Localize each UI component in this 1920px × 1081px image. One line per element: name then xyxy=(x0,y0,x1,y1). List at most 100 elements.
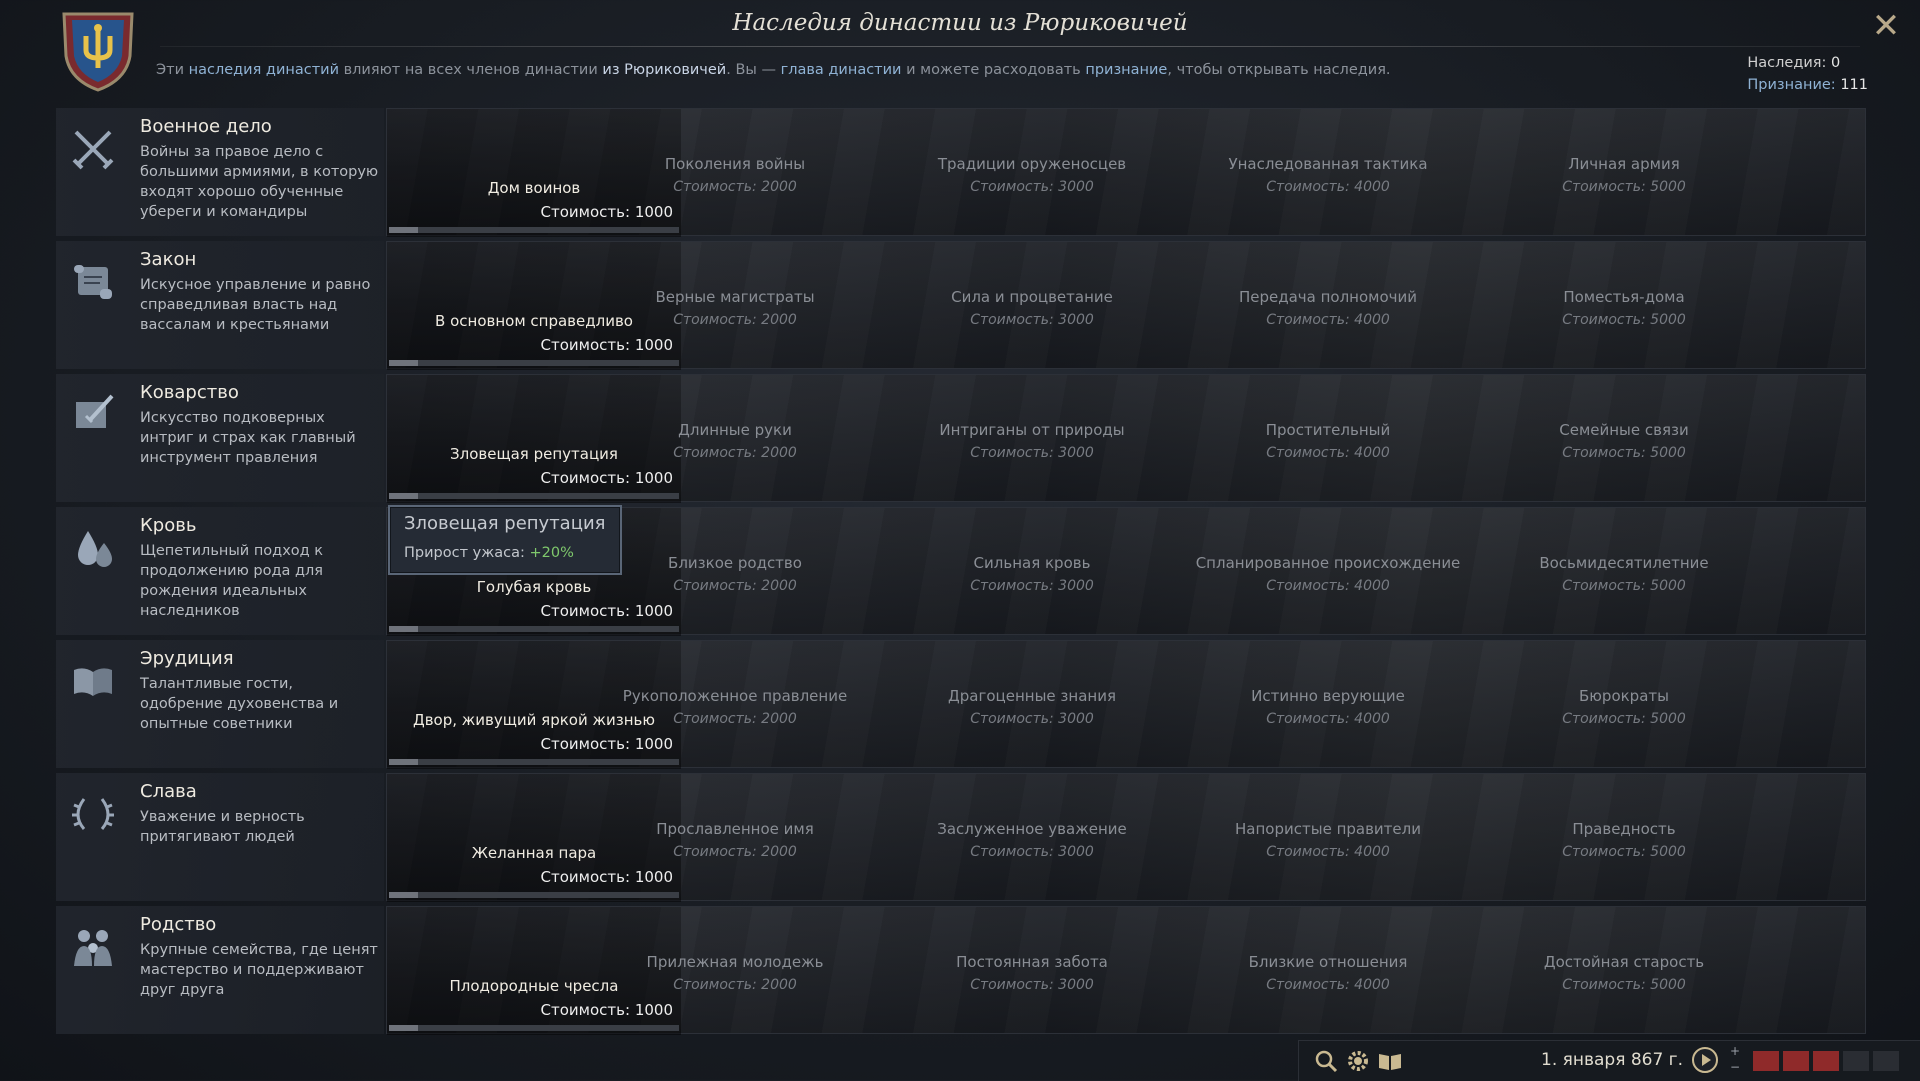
legacy-category[interactable]: Коварство Искусство подковерных интриг и … xyxy=(56,374,384,502)
legacies-count[interactable]: Наследия: 0 xyxy=(1747,52,1868,74)
speed-indicator-5 xyxy=(1873,1051,1899,1071)
perk-cost: Стоимость: 5000 xyxy=(1562,711,1686,727)
legacy-track: Желанная пара Стоимость: 1000 Прославленно… xyxy=(386,773,1866,902)
perk-cost: Стоимость: 1000 xyxy=(540,469,673,487)
perk-cost: Стоимость: 4000 xyxy=(1266,445,1390,461)
legacy-perk-locked[interactable]: Интриганы от природы Стоимость: 3000 xyxy=(884,421,1180,461)
perk-cost: Стоимость: 3000 xyxy=(970,445,1094,461)
perk-progress-fill xyxy=(389,1025,418,1031)
close-button[interactable]: ✕ xyxy=(1868,8,1904,44)
legacy-perk-locked[interactable]: Поколения войны Стоимость: 2000 xyxy=(587,155,883,195)
speed-down-button[interactable]: − xyxy=(1727,1059,1743,1075)
legacy-perk-locked[interactable]: Восьмидесятилетние Стоимость: 5000 xyxy=(1476,554,1772,594)
perk-cost: Стоимость: 2000 xyxy=(673,445,797,461)
perk-name: Прилежная молодежь xyxy=(646,953,824,971)
legacy-perk-locked[interactable]: Драгоценные знания Стоимость: 3000 xyxy=(884,687,1180,727)
perk-name: Бюрократы xyxy=(1579,687,1669,705)
perk-name: Достойная старость xyxy=(1543,953,1705,971)
category-name: Закон xyxy=(140,249,197,270)
perk-cost: Стоимость: 3000 xyxy=(970,711,1094,727)
category-name: Военное дело xyxy=(140,116,272,137)
link-renown[interactable]: признание xyxy=(1085,62,1167,78)
category-description: Искусство подковерных интриг и страх как… xyxy=(140,410,356,466)
perk-name: Рукоположенное правление xyxy=(622,687,848,705)
perk-progress-fill xyxy=(389,626,418,632)
legacy-track: В основном справедливо Стоимость: 1000 Вер… xyxy=(386,241,1866,370)
link-dynasty-legacies[interactable]: наследия династий xyxy=(189,62,339,78)
legacy-perk-locked[interactable]: Сила и процветание Стоимость: 3000 xyxy=(884,288,1180,328)
tooltip-effect: Прирост ужаса: +20% xyxy=(404,545,574,561)
perk-name: Заслуженное уважение xyxy=(937,820,1127,838)
close-icon[interactable]: ✕ xyxy=(1872,6,1901,46)
legacy-perk-locked[interactable]: Напористые правители Стоимость: 4000 xyxy=(1180,820,1476,860)
legacy-perk-locked[interactable]: Семейные связи Стоимость: 5000 xyxy=(1476,421,1772,461)
legacy-category[interactable]: Эрудиция Талантливые гости, одобрение дух… xyxy=(56,640,384,768)
legacy-perk-locked[interactable]: Заслуженное уважение Стоимость: 3000 xyxy=(884,820,1180,860)
perk-cost: Стоимость: 3000 xyxy=(970,179,1094,195)
window-description: Эти наследия династий влияют на всех чле… xyxy=(156,62,1391,78)
perk-name: Семейные связи xyxy=(1559,421,1689,439)
legacy-category[interactable]: Закон Искусное управление и равно справед… xyxy=(56,241,384,369)
perk-cost: Стоимость: 2000 xyxy=(673,844,797,860)
legacy-category[interactable]: Военное дело Войны за правое дело с больш… xyxy=(56,108,384,236)
speed-indicator-4 xyxy=(1843,1051,1869,1071)
renown-count[interactable]: Признание: 111 xyxy=(1747,74,1868,96)
speed-up-button[interactable]: + xyxy=(1727,1043,1743,1059)
legacy-perk-locked[interactable]: Личная армия Стоимость: 5000 xyxy=(1476,155,1772,195)
legacy-perk-locked[interactable]: Достойная старость Стоимость: 5000 xyxy=(1476,953,1772,993)
legacy-perk-locked[interactable]: Прилежная молодежь Стоимость: 2000 xyxy=(587,953,883,993)
perk-cost: Стоимость: 4000 xyxy=(1266,179,1390,195)
perk-name: Сильная кровь xyxy=(973,554,1091,572)
book-icon[interactable] xyxy=(1377,1048,1403,1074)
category-name: Эрудиция xyxy=(140,648,234,669)
legacy-perk-locked[interactable]: Бюрократы Стоимость: 5000 xyxy=(1476,687,1772,727)
perk-name: Напористые правители xyxy=(1235,820,1421,838)
game-date[interactable]: 1. января 867 г. xyxy=(1541,1050,1683,1070)
legacy-category[interactable]: Родство Крупные семейства, где ценят маст… xyxy=(56,906,384,1034)
legacy-track-row: Военное дело Войны за правое дело с больш… xyxy=(56,108,1866,237)
dagger-letter-icon xyxy=(76,394,114,428)
perk-cost: Стоимость: 2000 xyxy=(673,977,797,993)
perk-name: Прославленное имя xyxy=(656,820,814,838)
perk-name: Личная армия xyxy=(1568,155,1680,173)
perk-cost: Стоимость: 1000 xyxy=(540,336,673,354)
family-icon xyxy=(74,930,112,966)
legacy-track-row: Закон Искусное управление и равно справед… xyxy=(56,241,1866,370)
perk-cost: Стоимость: 3000 xyxy=(970,844,1094,860)
link-dynasty-head[interactable]: глава династии xyxy=(781,62,902,78)
play-icon[interactable] xyxy=(1691,1046,1719,1074)
perk-cost: Стоимость: 3000 xyxy=(970,977,1094,993)
legacy-perk-locked[interactable]: Близкие отношения Стоимость: 4000 xyxy=(1180,953,1476,993)
perk-progress-bar xyxy=(389,759,679,765)
legacy-perk-locked[interactable]: Прославленное имя Стоимость: 2000 xyxy=(587,820,883,860)
legacy-perk-locked[interactable]: Постоянная забота Стоимость: 3000 xyxy=(884,953,1180,993)
category-name: Коварство xyxy=(140,382,239,403)
subtitle-text: и можете расходовать xyxy=(901,62,1086,78)
gear-icon[interactable] xyxy=(1345,1048,1371,1074)
perk-cost: Стоимость: 5000 xyxy=(1562,312,1686,328)
legacy-category[interactable]: Кровь Щепетильный подход к продолжению ро… xyxy=(56,507,384,635)
perk-cost: Стоимость: 3000 xyxy=(970,312,1094,328)
legacy-perk-locked[interactable]: Сильная кровь Стоимость: 3000 xyxy=(884,554,1180,594)
legacy-perk-locked[interactable]: Истинно верующие Стоимость: 4000 xyxy=(1180,687,1476,727)
perk-name: Традиции оруженосцев xyxy=(937,155,1127,173)
search-icon[interactable] xyxy=(1313,1048,1339,1074)
legacy-perk-locked[interactable]: Рукоположенное правление Стоимость: 2000 xyxy=(587,687,883,727)
legacy-perk-locked[interactable]: Простительный Стоимость: 4000 xyxy=(1180,421,1476,461)
legacy-perk-locked[interactable]: Верные магистраты Стоимость: 2000 xyxy=(587,288,883,328)
perk-cost: Стоимость: 2000 xyxy=(673,312,797,328)
perk-cost: Стоимость: 4000 xyxy=(1266,844,1390,860)
link-dynasty-name[interactable]: из Рюриковичей xyxy=(602,62,726,78)
legacy-perk-locked[interactable]: Традиции оруженосцев Стоимость: 3000 xyxy=(884,155,1180,195)
legacy-perk-locked[interactable]: Длинные руки Стоимость: 2000 xyxy=(587,421,883,461)
legacy-perk-locked[interactable]: Унаследованная тактика Стоимость: 4000 xyxy=(1180,155,1476,195)
legacy-perk-locked[interactable]: Передача полномочий Стоимость: 4000 xyxy=(1180,288,1476,328)
title-divider xyxy=(160,46,1860,47)
legacy-perk-locked[interactable]: Спланированное происхождение Стоимость: 4… xyxy=(1180,554,1476,594)
legacy-perk-locked[interactable]: Поместья-дома Стоимость: 5000 xyxy=(1476,288,1772,328)
legacy-perk-locked[interactable]: Близкое родство Стоимость: 2000 xyxy=(587,554,883,594)
legacy-perk-locked[interactable]: Праведность Стоимость: 5000 xyxy=(1476,820,1772,860)
perk-name: Простительный xyxy=(1265,421,1391,439)
perk-cost: Стоимость: 5000 xyxy=(1562,844,1686,860)
legacy-category[interactable]: Слава Уважение и верность притягивают люд… xyxy=(56,773,384,901)
